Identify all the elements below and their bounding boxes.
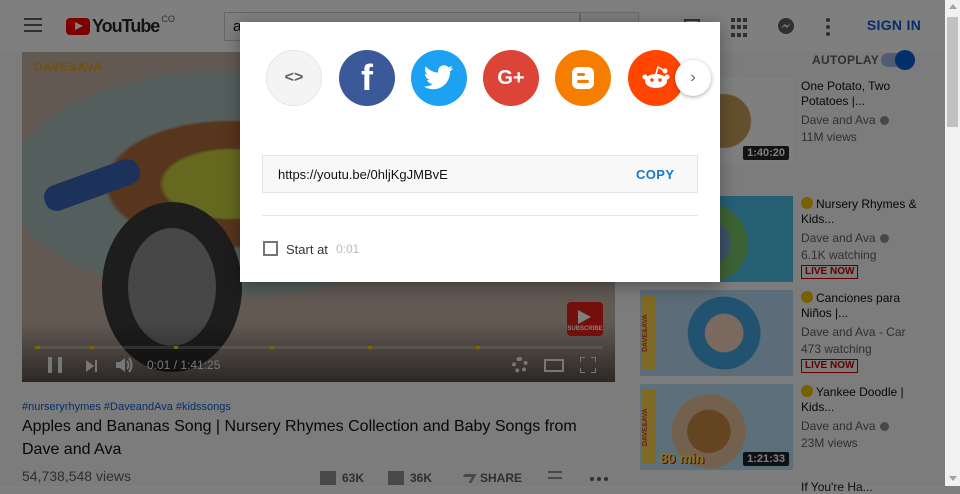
start-at-label: Start at	[286, 242, 328, 257]
share-dialog: <> f G+ › https://youtu.be/0hljKgJMBvE C…	[240, 22, 720, 282]
page-scrollbar[interactable]	[945, 0, 960, 486]
scroll-thumb[interactable]	[947, 17, 958, 127]
copy-button[interactable]: COPY	[636, 167, 674, 182]
facebook-icon[interactable]: f	[339, 50, 395, 106]
blogger-icon[interactable]	[555, 50, 611, 106]
start-at-time[interactable]: 0:01	[336, 242, 359, 256]
twitter-icon[interactable]	[411, 50, 467, 106]
chevron-right-icon[interactable]: ›	[675, 60, 711, 96]
scroll-up-arrow-icon[interactable]	[949, 4, 957, 9]
divider	[262, 215, 698, 216]
scroll-down-arrow-icon[interactable]	[949, 476, 957, 481]
start-at-checkbox[interactable]	[263, 241, 278, 256]
google-plus-icon[interactable]: G+	[483, 50, 539, 106]
embed-icon[interactable]: <>	[266, 50, 322, 106]
share-url-box[interactable]: https://youtu.be/0hljKgJMBvE COPY	[262, 155, 698, 193]
share-url[interactable]: https://youtu.be/0hljKgJMBvE	[278, 167, 448, 182]
